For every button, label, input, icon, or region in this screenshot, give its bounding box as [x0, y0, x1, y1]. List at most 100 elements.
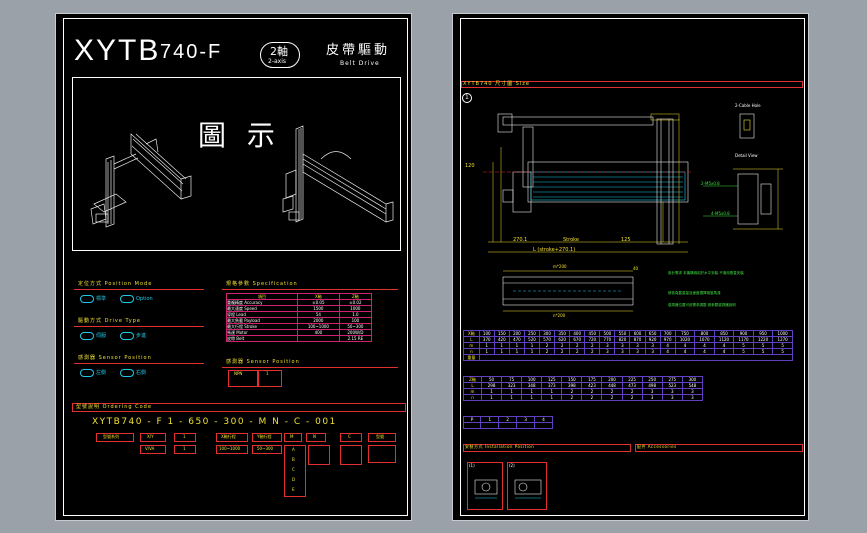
table-cell: 2	[601, 394, 623, 401]
option-right-pill	[120, 369, 134, 377]
mini-drawing-1	[474, 479, 498, 499]
order-opt-label: D	[292, 477, 296, 482]
table-row: 皮帶 Belt 2.15 RE	[226, 335, 373, 342]
order-opt-label: E	[292, 487, 295, 492]
table-cell: 1	[501, 394, 523, 401]
label-detail-view: Detail View	[735, 153, 758, 158]
sensor-box	[228, 370, 258, 387]
order-box-c	[340, 433, 362, 442]
option-servo-pill	[80, 332, 94, 340]
mini-drawing-2	[514, 479, 542, 499]
table-cell	[462, 422, 482, 429]
sensor-box-2	[258, 370, 282, 387]
table-row	[462, 422, 553, 429]
section-installation: 安裝方式 Installation Position	[465, 444, 535, 449]
divider	[222, 367, 398, 368]
option-left-pill	[80, 369, 94, 377]
option-right-label: 右側	[136, 370, 147, 376]
option-servo-label: 伺服	[96, 333, 107, 339]
robot-drawing-right	[282, 125, 394, 223]
option-left-label: 左側	[96, 370, 107, 376]
section-accessories: 配件 Accessories	[637, 444, 677, 449]
order-opt-label: B	[292, 457, 295, 462]
order-box-label: 1	[183, 434, 186, 439]
order-opt-label: 100~1000	[219, 446, 241, 451]
order-opt-model	[368, 445, 396, 463]
note-2: 請依負載重量及速度選擇適當馬達	[668, 291, 721, 295]
cable-hole-detail	[739, 113, 755, 139]
table-cell: 1	[481, 394, 503, 401]
section-motor-side: 感測器 Sensor Position	[78, 355, 152, 361]
order-box-label: N	[313, 434, 316, 439]
option-alt-label: Option	[136, 296, 153, 302]
order-opt-label: A	[292, 447, 295, 452]
order-box-label: 型號	[376, 434, 384, 439]
x-axis-dimension-table: X軸 100 150 200 250 300 350 400 450 500 550 600 650 70…	[463, 330, 794, 361]
order-box-label: 型號系列	[103, 434, 119, 439]
section-specification: 規格參數 Specification	[226, 281, 298, 287]
axes-badge: 2軸 2-axis	[260, 42, 300, 68]
note-3: 感測器位置可依需求調整 請參閱感測器說明	[668, 303, 736, 307]
order-box-n	[306, 433, 326, 442]
order-opt-label: 50~300	[257, 446, 274, 451]
table-cell	[498, 422, 518, 429]
title-bar-text: XYTB740 尺寸圖 Size	[463, 81, 530, 87]
table-cell: 2	[581, 394, 603, 401]
option-standard-label: 標準	[96, 296, 107, 302]
order-opt-label: C	[292, 467, 295, 472]
divider	[74, 326, 204, 327]
order-box-label: Y軸行程	[257, 434, 272, 439]
robot-drawing-left	[90, 133, 192, 228]
table-cell: 1	[521, 394, 543, 401]
order-opt-label: V/VA	[145, 446, 155, 451]
option-stepper-pill	[120, 332, 134, 340]
option-stepper-label: 步進	[136, 333, 147, 339]
table-cell: 2	[621, 394, 643, 401]
table-cell: n	[462, 394, 483, 401]
table-cell: 3	[661, 394, 683, 401]
drive-type-en: Belt Drive	[340, 60, 380, 67]
series-title: 740-F	[160, 41, 223, 63]
end-view-drawing	[650, 113, 680, 245]
order-opt-c	[340, 445, 362, 465]
section-sensor: 感測器 Sensor Position	[226, 359, 300, 365]
table-cell: 2	[561, 394, 583, 401]
section-position-mode: 定位方式 Position Mode	[78, 281, 153, 287]
table-cell	[478, 354, 794, 361]
dim-bottom-spacing: n*200	[553, 313, 566, 318]
order-opt-label: 1	[183, 446, 186, 451]
table-cell	[480, 422, 500, 429]
table-cell: 皮帶 Belt	[226, 335, 298, 342]
axes-badge-en: 2-axis	[268, 58, 287, 65]
dim-overall-length: L (stroke+270.1)	[533, 247, 576, 253]
option-alt-pill	[120, 295, 134, 303]
model-title: XYTB	[74, 34, 161, 67]
section-drive-type: 驅動方式 Drive Type	[78, 318, 141, 324]
table-cell	[534, 422, 553, 429]
note-1: 設計需求 本機構適用於水平安裝 不適用垂直安裝	[668, 271, 744, 275]
label-hole: 4-M5x0.8	[711, 211, 730, 216]
label-motor-bolt: 2-M5x0.8	[701, 181, 720, 186]
dim-a: 270.1	[513, 237, 528, 243]
mini-view-1-label: (1)	[469, 463, 475, 468]
divider	[74, 289, 204, 290]
figure-label: 圖 示	[198, 119, 281, 152]
circle-number-label: 1	[465, 94, 469, 101]
left-sheet: XYTB 740-F 2軸 2-axis 皮帶驅動 Belt Drive 圖 示	[55, 13, 412, 521]
table-cell	[297, 335, 340, 342]
drive-type-cn: 皮帶驅動	[326, 43, 391, 58]
order-opt-n	[308, 445, 330, 465]
mini-view-2-label: (2)	[509, 463, 515, 468]
top-view-drawing	[502, 270, 634, 312]
sensor-cell-type: NPN	[234, 371, 243, 376]
table-row: 重量	[463, 354, 794, 361]
table-cell: 3	[681, 394, 704, 401]
divider	[74, 363, 204, 364]
order-box-label: X軸行程	[221, 434, 236, 439]
divider	[222, 289, 398, 290]
table-row: n11112222333	[462, 394, 704, 401]
ordering-code: XYTB740 - F 1 - 650 - 300 - M N - C - 00…	[92, 417, 337, 427]
axes-badge-label: 2軸	[270, 45, 288, 58]
table-cell: 重量	[463, 354, 480, 361]
option-standard-pill	[80, 295, 94, 303]
